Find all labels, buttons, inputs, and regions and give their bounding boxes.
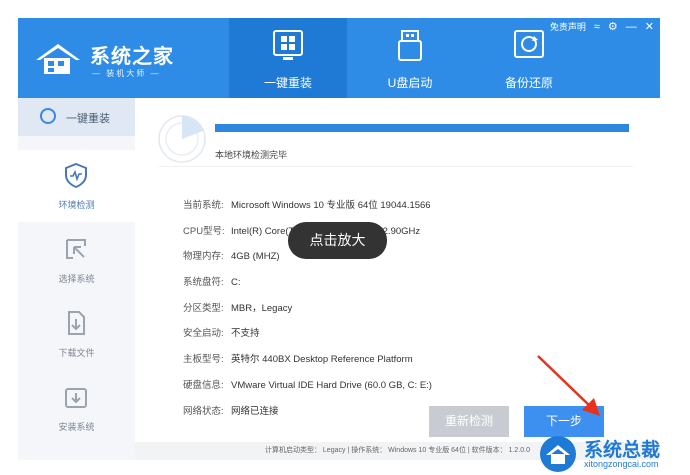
radar-scan-icon <box>158 115 206 163</box>
info-row-disk: 硬盘信息: VMware Virtual IDE Hard Drive (60.0… <box>183 377 432 391</box>
sidebar-item-label: 下载文件 <box>58 348 95 358</box>
usb-drive-icon <box>398 30 422 61</box>
info-row-partition-type: 分区类型: MBR，Legacy <box>183 300 292 314</box>
info-key: 硬盘信息: <box>183 380 224 391</box>
info-value: 网络已连接 <box>231 406 279 417</box>
close-icon[interactable]: ✕ <box>645 21 654 33</box>
tab-usb-boot[interactable]: U盘启动 <box>351 18 469 98</box>
tab-one-click-install[interactable]: 一键重装 <box>229 18 347 98</box>
select-cursor-icon <box>66 239 86 259</box>
info-row-secure-boot: 安全启动: 不支持 <box>183 325 260 339</box>
info-key: 物理内存: <box>183 251 224 262</box>
info-row-motherboard: 主板型号: 英特尔 440BX Desktop Reference Platfor… <box>183 351 413 365</box>
tab-label: 备份还原 <box>504 76 553 90</box>
window-controls: 免责声明 ≈ ⚙ — ✕ <box>550 20 654 33</box>
info-value: 不支持 <box>231 328 260 339</box>
shield-heartbeat-icon <box>65 162 87 188</box>
app-subtitle: — 装机大师 — <box>92 69 161 78</box>
sidebar-header-label: 一键重装 <box>66 113 110 125</box>
info-key: 主板型号: <box>183 354 224 365</box>
info-key: 网络状态: <box>183 406 224 417</box>
watermark-house-icon <box>540 436 576 472</box>
settings-icon[interactable]: ⚙ <box>608 21 618 33</box>
minimize-icon[interactable]: — <box>626 21 637 33</box>
info-value: 4GB (MHZ) <box>231 251 280 262</box>
info-key: 安全启动: <box>183 328 224 339</box>
sidebar-header[interactable]: 一键重装 <box>18 98 135 136</box>
tab-label: 一键重装 <box>263 76 312 90</box>
wifi-icon[interactable]: ≈ <box>594 21 600 33</box>
watermark-url: xitongzongcai.com <box>584 459 659 469</box>
info-value: MBR，Legacy <box>231 303 293 314</box>
info-value: C: <box>231 277 241 288</box>
info-row-current-system: 当前系统: Microsoft Windows 10 专业版 64位 19044.… <box>183 197 431 211</box>
windows-install-icon <box>273 30 303 60</box>
backup-restore-icon <box>514 30 544 58</box>
info-key: 当前系统: <box>183 200 224 211</box>
sidebar-item-env-check[interactable]: 环境检测 <box>18 150 135 222</box>
info-key: CPU型号: <box>183 226 225 237</box>
sidebar-item-select-system[interactable]: 选择系统 <box>18 224 135 296</box>
progress-bar <box>215 124 629 132</box>
app-logo: 系统之家 — 装机大师 — <box>32 30 192 86</box>
house-logo-icon <box>36 44 80 74</box>
sidebar: 一键重装 环境检测 选择系统 下载文件 安装系统 <box>18 98 135 460</box>
tab-label: U盘启动 <box>387 76 433 90</box>
info-key: 系统盘符: <box>183 277 224 288</box>
info-key: 分区类型: <box>183 303 224 314</box>
sidebar-item-label: 选择系统 <box>58 274 95 284</box>
download-file-icon <box>68 311 85 335</box>
recheck-button[interactable]: 重新检测 <box>429 406 509 437</box>
divider <box>159 166 633 167</box>
watermark-title: 系统总裁 <box>584 440 661 461</box>
red-arrow-annotation <box>537 355 600 416</box>
info-row-system-drive: 系统盘符: C: <box>183 274 241 288</box>
install-box-icon <box>65 388 87 408</box>
info-value: VMware Virtual IDE Hard Drive (60.0 GB, … <box>231 380 432 391</box>
info-value: Microsoft Windows 10 专业版 64位 19044.1566 <box>231 200 431 211</box>
info-row-network: 网络状态: 网络已连接 <box>183 403 279 417</box>
sidebar-item-install-system[interactable]: 安装系统 <box>18 372 135 444</box>
progress-status: 本地环境检测完毕 <box>215 150 288 160</box>
site-watermark: 系统总裁 xitongzongcai.com <box>538 435 688 473</box>
sidebar-item-label: 环境检测 <box>58 200 95 210</box>
sidebar-item-label: 安装系统 <box>58 422 95 432</box>
progress-fill <box>215 124 629 132</box>
app-title: 系统之家 <box>90 46 174 68</box>
info-row-memory: 物理内存: 4GB (MHZ) <box>183 248 280 262</box>
info-value: 英特尔 440BX Desktop Reference Platform <box>231 354 413 365</box>
disclaimer-link[interactable]: 免责声明 <box>550 20 586 33</box>
header-bar: 系统之家 — 装机大师 — 一键重装 U盘启动 备份还原 免责声明 ≈ ⚙ — … <box>18 18 660 98</box>
click-to-zoom-tooltip[interactable]: 点击放大 <box>288 222 387 259</box>
target-icon <box>40 108 56 124</box>
sidebar-item-download-files[interactable]: 下载文件 <box>18 298 135 370</box>
